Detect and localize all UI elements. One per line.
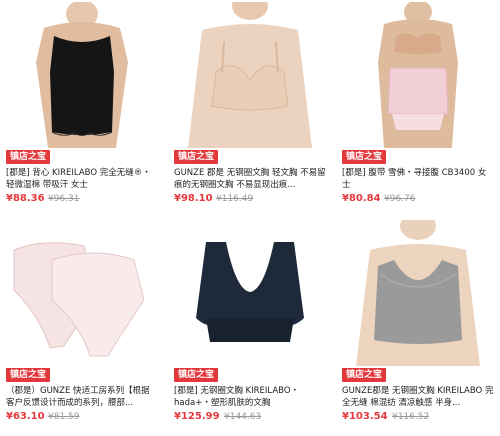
product-image[interactable]	[4, 220, 160, 366]
original-price: ¥116.52	[392, 412, 430, 422]
promo-badge: 镇店之宝	[342, 150, 387, 164]
product-card[interactable]: 镇店之宝 （郡是）GUNZE 快适工房系列【根据客户反馈设计而成的系列，腰部..…	[0, 218, 164, 436]
original-price: ¥96.31	[48, 194, 80, 204]
product-title[interactable]: GUNZE郡是 无钢圈文胸 KIREILABO 完全无缝 棉混纺 清凉触感 半身…	[342, 385, 494, 409]
original-price: ¥116.49	[216, 194, 254, 204]
product-card[interactable]: 镇店之宝 [郡是] 无钢圈文胸 KIREILABO・hada+・塑形肌肤的文胸 …	[168, 218, 332, 436]
product-price: ¥88.36	[6, 193, 45, 204]
promo-badge: 镇店之宝	[6, 368, 51, 382]
product-image[interactable]	[172, 2, 328, 148]
product-price: ¥103.54	[342, 411, 388, 422]
product-price: ¥125.99	[174, 411, 220, 422]
product-card[interactable]: 镇店之宝 [郡是] 背心 KIREILABO 完全无缝®・轻微湿棉 带吸汗 女士…	[0, 0, 164, 218]
promo-badge: 镇店之宝	[6, 150, 51, 164]
promo-badge: 镇店之宝	[174, 150, 219, 164]
product-image[interactable]	[172, 220, 328, 366]
product-card[interactable]: 镇店之宝 GUNZE郡是 无钢圈文胸 KIREILABO 完全无缝 棉混纺 清凉…	[336, 218, 500, 436]
product-price: ¥80.84	[342, 193, 381, 204]
product-image[interactable]	[340, 2, 496, 148]
product-price: ¥63.10	[6, 411, 45, 422]
product-title[interactable]: [郡是] 背心 KIREILABO 完全无缝®・轻微湿棉 带吸汗 女士	[6, 167, 158, 191]
product-card[interactable]: 镇店之宝 [郡是] 腹带 雪佛・寻接腹 CB3400 女士 ¥80.84 ¥96…	[336, 0, 500, 218]
original-price: ¥144.63	[224, 412, 262, 422]
product-title[interactable]: （郡是）GUNZE 快适工房系列【根据客户反馈设计而成的系列，腰部...	[6, 385, 158, 409]
product-card[interactable]: 镇店之宝 GUNZE 郡是 无钢圈文胸 轻文胸 不易留痕的无钢圈文胸 不易显现出…	[168, 0, 332, 218]
product-image[interactable]	[4, 2, 160, 148]
product-title[interactable]: [郡是] 无钢圈文胸 KIREILABO・hada+・塑形肌肤的文胸	[174, 385, 326, 409]
promo-badge: 镇店之宝	[174, 368, 219, 382]
product-price: ¥98.10	[174, 193, 213, 204]
original-price: ¥81.59	[48, 412, 80, 422]
promo-badge: 镇店之宝	[342, 368, 387, 382]
original-price: ¥96.76	[384, 194, 416, 204]
product-title[interactable]: [郡是] 腹带 雪佛・寻接腹 CB3400 女士	[342, 167, 494, 191]
product-grid: 镇店之宝 [郡是] 背心 KIREILABO 完全无缝®・轻微湿棉 带吸汗 女士…	[0, 0, 500, 436]
product-title[interactable]: GUNZE 郡是 无钢圈文胸 轻文胸 不易留痕的无钢圈文胸 不易显现出痕...	[174, 167, 326, 191]
product-image[interactable]	[340, 220, 496, 366]
